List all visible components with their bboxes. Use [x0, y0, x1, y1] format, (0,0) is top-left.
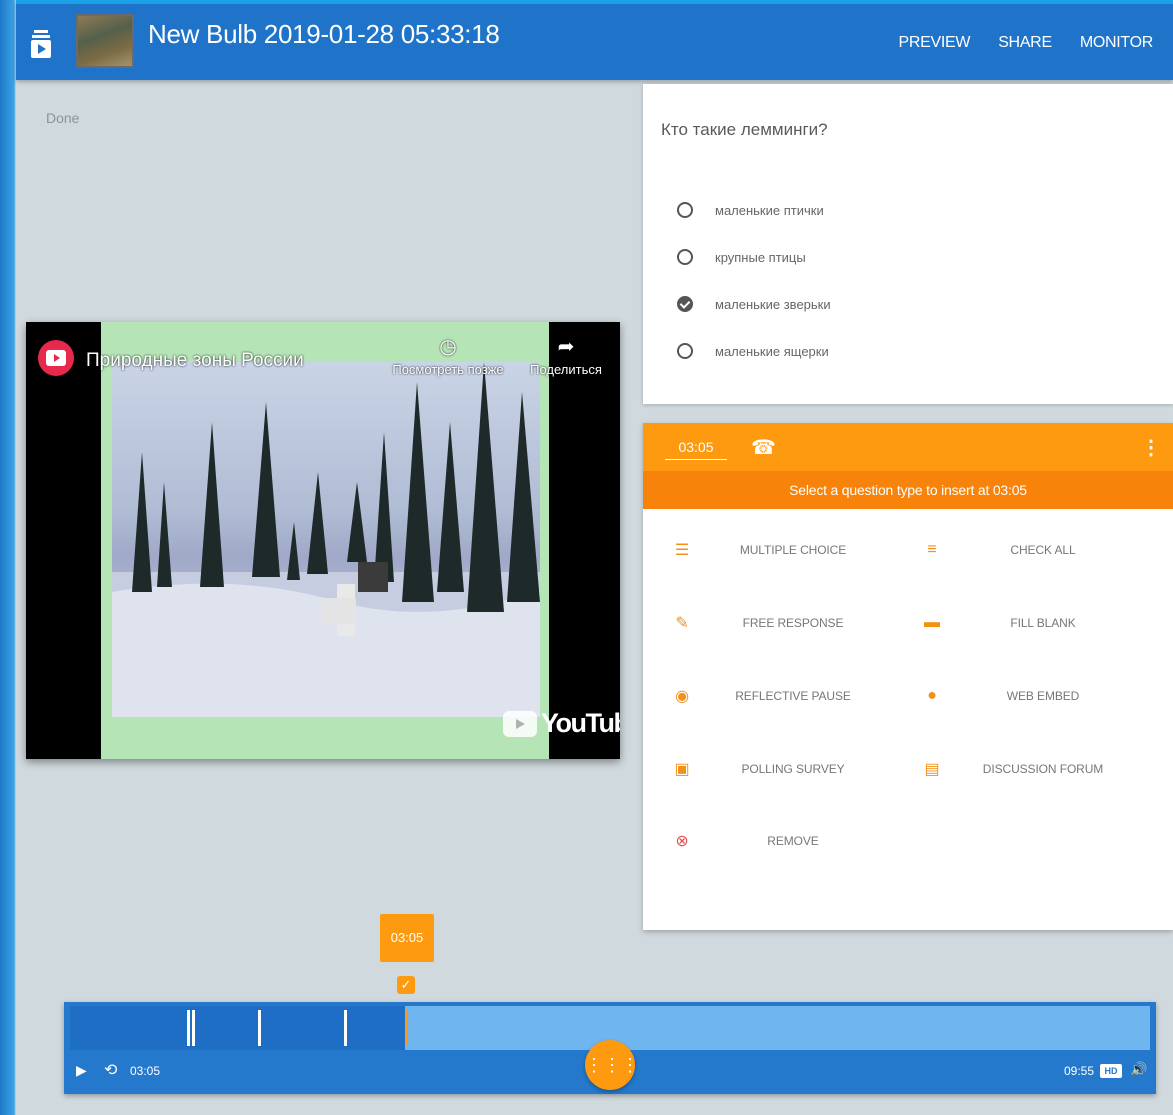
- insert-prompt: Select a question type to insert at 03:0…: [643, 471, 1173, 509]
- list-icon: ☰: [674, 542, 690, 559]
- checklist-icon: ≡: [927, 541, 937, 558]
- answer-label: маленькие птички: [715, 202, 824, 218]
- reflective-pause-button[interactable]: ◉ REFLECTIVE PAUSE: [671, 685, 893, 707]
- question-type-label: FILL BLANK: [1010, 616, 1076, 630]
- fill-blank-button[interactable]: ▬ FILL BLANK: [921, 612, 1143, 634]
- poll-icon: ▣: [674, 761, 690, 778]
- question-type-label: REFLECTIVE PAUSE: [735, 689, 851, 703]
- share-video-label: Поделиться: [530, 362, 602, 377]
- volume-icon[interactable]: 🔊: [1130, 1061, 1147, 1078]
- video-frame-image: [112, 362, 540, 717]
- multiple-choice-button[interactable]: ☰ MULTIPLE CHOICE: [671, 539, 893, 561]
- youtube-brand: YouTube: [541, 708, 620, 738]
- question-tick[interactable]: [192, 1010, 196, 1046]
- remove-icon: ⊗: [675, 833, 689, 850]
- grid-menu-button[interactable]: ⋮⋮⋮: [585, 1040, 639, 1090]
- top-bar: New Bulb 2019-01-28 05:33:18 PREVIEW SHA…: [16, 0, 1173, 80]
- question-type-label: FREE RESPONSE: [742, 616, 844, 630]
- remove-button[interactable]: ⊗ REMOVE: [671, 830, 893, 852]
- channel-logo-icon[interactable]: [38, 340, 74, 376]
- free-response-button[interactable]: ✎ FREE RESPONSE: [671, 612, 893, 634]
- answer-option[interactable]: маленькие зверьки: [677, 296, 831, 312]
- preview-link[interactable]: PREVIEW: [898, 34, 970, 52]
- answer-label: маленькие зверьки: [715, 296, 831, 312]
- rewind-10-icon[interactable]: ⟲: [104, 1060, 117, 1080]
- pencil-icon: ✎: [675, 615, 689, 632]
- answer-option[interactable]: крупные птицы: [677, 249, 806, 265]
- duration-time: 09:55: [1064, 1064, 1095, 1078]
- page-title: New Bulb 2019-01-28 05:33:18: [148, 19, 500, 49]
- monitor-link[interactable]: MONITOR: [1080, 34, 1153, 52]
- answer-option[interactable]: маленькие ящерки: [677, 343, 829, 359]
- discussion-forum-button[interactable]: ▤ DISCUSSION FORUM: [921, 758, 1143, 780]
- grid-icon: ⋮⋮⋮: [585, 1055, 639, 1075]
- question-type-label: CHECK ALL: [1010, 543, 1076, 557]
- radio-button[interactable]: [677, 249, 693, 265]
- question-type-label: DISCUSSION FORUM: [982, 762, 1104, 776]
- polling-survey-button[interactable]: ▣ POLLING SURVEY: [671, 758, 893, 780]
- youtube-play-icon: [503, 710, 537, 737]
- alarm-icon[interactable]: ☎: [751, 435, 776, 460]
- share-arrow-icon: ➦: [557, 336, 575, 358]
- radio-button[interactable]: [677, 202, 693, 218]
- save-status: Done: [46, 110, 80, 126]
- timeline-progress: [70, 1006, 405, 1050]
- globe-icon: ●: [927, 687, 937, 704]
- question-tick[interactable]: [186, 1010, 190, 1046]
- question-text: Кто такие лемминги?: [661, 120, 828, 139]
- watch-later-label: Посмотреть позже: [392, 362, 504, 377]
- check-all-button[interactable]: ≡ CHECK ALL: [921, 539, 1143, 561]
- question-tick[interactable]: [257, 1010, 261, 1046]
- marker-check-icon[interactable]: ✓: [397, 976, 415, 994]
- question-tick[interactable]: [344, 1010, 348, 1046]
- answer-label: маленькие ящерки: [715, 343, 829, 359]
- bulb-thumbnail: [76, 14, 134, 68]
- question-card: Кто такие лемминги? маленькие птички кру…: [643, 84, 1173, 404]
- app-window: New Bulb 2019-01-28 05:33:18 PREVIEW SHA…: [16, 0, 1173, 1115]
- radio-button-checked[interactable]: [677, 296, 693, 312]
- watch-later-button[interactable]: ◷ Посмотреть позже: [388, 336, 508, 377]
- answer-option[interactable]: маленькие птички: [677, 202, 824, 218]
- play-icon[interactable]: ▶: [76, 1062, 87, 1079]
- share-link[interactable]: SHARE: [998, 34, 1052, 52]
- playhead[interactable]: [404, 1010, 407, 1046]
- insert-time-field[interactable]: 03:05: [665, 439, 727, 460]
- radio-button[interactable]: [677, 343, 693, 359]
- blank-icon: ▬: [924, 614, 940, 631]
- marker-time-tag[interactable]: 03:05: [380, 914, 434, 962]
- video-title[interactable]: Природные зоны России: [86, 350, 304, 372]
- question-type-label: POLLING SURVEY: [741, 762, 845, 776]
- insert-panel-header: 03:05 ☎ ⋮: [643, 423, 1173, 471]
- youtube-logo[interactable]: YouTube: [503, 708, 620, 739]
- answer-label: крупные птицы: [715, 249, 806, 265]
- insert-question-panel: 03:05 ☎ ⋮ Select a question type to inse…: [643, 423, 1173, 930]
- question-type-label: WEB EMBED: [1006, 689, 1080, 703]
- pause-circle-icon: ◉: [675, 688, 689, 705]
- chat-icon: ▤: [924, 761, 940, 778]
- bulb-app-icon[interactable]: [30, 28, 52, 60]
- timeline-bar: ▶ ⟲ 03:05 ⋮⋮⋮ 09:55 HD 🔊: [64, 1002, 1156, 1094]
- current-time: 03:05: [130, 1064, 161, 1078]
- more-options-icon[interactable]: ⋮: [1141, 435, 1161, 460]
- question-type-label: MULTIPLE CHOICE: [739, 543, 847, 557]
- top-nav: PREVIEW SHARE MONITOR: [898, 34, 1153, 52]
- question-type-label: REMOVE: [767, 834, 819, 848]
- video-player[interactable]: Природные зоны России ◷ Посмотреть позже…: [26, 322, 620, 759]
- hd-badge[interactable]: HD: [1100, 1064, 1122, 1078]
- clock-icon: ◷: [439, 336, 457, 358]
- web-embed-button[interactable]: ● WEB EMBED: [921, 685, 1143, 707]
- share-video-button[interactable]: ➦ Поделиться: [524, 336, 608, 377]
